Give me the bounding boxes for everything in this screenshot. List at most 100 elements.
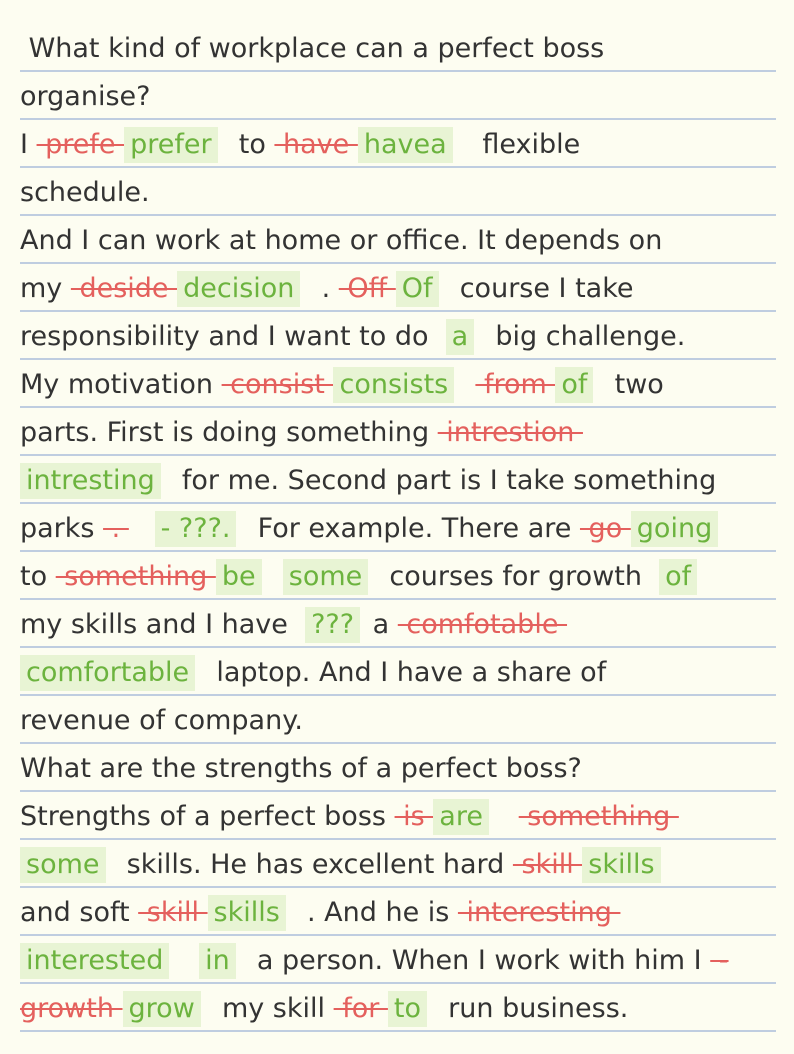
deleted-text: comfotable	[397, 609, 568, 640]
original-text: organise?	[20, 81, 151, 112]
deleted-text: intrestion	[437, 417, 583, 448]
text-line: I prefe prefer to have havea flexible	[20, 120, 776, 168]
inserted-correction: are	[433, 798, 489, 835]
deleted-text: .	[103, 513, 129, 544]
inserted-correction: intresting	[20, 462, 161, 499]
text-line: parts. First is doing something intresti…	[20, 408, 776, 456]
original-text: And I can work at home or office. It dep…	[20, 225, 663, 256]
original-text: for me. Second part is I take something	[164, 465, 717, 496]
original-text: flexible	[456, 129, 581, 160]
original-text: laptop. And I have a share of	[199, 657, 607, 688]
text-line: Strengths of a perfect boss is are somet…	[20, 792, 776, 840]
original-text	[266, 561, 283, 592]
inserted-correction: to	[387, 990, 428, 1027]
original-text: a	[364, 609, 398, 640]
original-text: to	[20, 561, 56, 592]
deleted-text: something	[518, 801, 679, 832]
inserted-correction: grow	[122, 990, 201, 1027]
original-text: Strengths of a perfect boss	[20, 801, 395, 832]
deleted-text: Off	[338, 273, 396, 304]
original-text: my skill	[204, 993, 334, 1024]
inserted-correction: of	[555, 366, 594, 403]
text-line: schedule.	[20, 168, 776, 216]
text-line: intresting for me. Second part is I take…	[20, 456, 776, 504]
inserted-correction: going	[630, 510, 719, 547]
deleted-text: consist	[221, 369, 334, 400]
text-line: some skills. He has excellent hard skill…	[20, 840, 776, 888]
original-text: I	[20, 129, 37, 160]
deleted-text: skill	[512, 849, 583, 880]
text-line: organise?	[20, 72, 776, 120]
inserted-correction: a	[445, 318, 475, 355]
original-text: my skills and I have	[20, 609, 306, 640]
deleted-text: interesting	[457, 897, 621, 928]
deleted-text: prefe	[36, 129, 125, 160]
text-line: And I can work at home or office. It dep…	[20, 216, 776, 264]
inserted-correction: Of	[395, 270, 439, 307]
original-text: big challenge.	[478, 321, 686, 352]
original-text: a person. When I work with him I	[239, 945, 711, 976]
inserted-correction: comfortable	[20, 654, 196, 691]
text-line: interested in a person. When I work with…	[20, 936, 776, 984]
inserted-correction: some	[20, 846, 106, 883]
inserted-correction: of	[659, 558, 698, 595]
original-text: two	[597, 369, 664, 400]
original-text: For example. There are	[240, 513, 580, 544]
text-line: my skills and I have ??? a comfotable	[20, 600, 776, 648]
original-text: parts. First is doing something	[20, 417, 438, 448]
deleted-text: go	[579, 513, 631, 544]
text-line: growth grow my skill for to run business…	[20, 984, 776, 1032]
original-text: courses for growth	[372, 561, 660, 592]
deleted-text: skill	[138, 897, 208, 928]
original-text	[129, 513, 155, 544]
original-text: parks	[20, 513, 104, 544]
text-line: What kind of workplace can a perfect bos…	[20, 24, 776, 72]
original-text: responsibility and I want to do	[20, 321, 446, 352]
deleted-text: deside	[70, 273, 178, 304]
text-line: to something be some courses for growth …	[20, 552, 776, 600]
original-text: course I take	[442, 273, 634, 304]
original-text	[173, 945, 199, 976]
text-line: My motivation consist consists from of t…	[20, 360, 776, 408]
original-text	[458, 369, 475, 400]
inserted-correction: skills	[207, 894, 286, 931]
deleted-text: have	[274, 129, 358, 160]
deleted-text: growth	[20, 993, 123, 1024]
deleted-text: is	[394, 801, 434, 832]
original-text: skills. He has excellent hard	[109, 849, 513, 880]
inserted-correction: havea	[357, 126, 453, 163]
inserted-correction: decision	[177, 270, 301, 307]
original-text: What are the strengths of a perfect boss…	[20, 753, 582, 784]
inserted-correction: in	[199, 942, 236, 979]
deleted-text: from	[475, 369, 556, 400]
text-line: responsibility and I want to do a big ch…	[20, 312, 776, 360]
inserted-correction: ???	[305, 606, 361, 643]
inserted-correction: be	[215, 558, 262, 595]
text-line: parks . - ???. For example. There are go…	[20, 504, 776, 552]
original-text: . And he is	[289, 897, 458, 928]
original-text: .	[304, 273, 339, 304]
text-line: comfortable laptop. And I have a share o…	[20, 648, 776, 696]
original-text: revenue of company.	[20, 705, 303, 736]
original-text: my	[20, 273, 71, 304]
original-text: to	[221, 129, 275, 160]
deleted-text: for	[333, 993, 388, 1024]
deleted-text: something	[55, 561, 216, 592]
inserted-correction: interested	[20, 942, 170, 979]
corrected-essay: What kind of workplace can a perfect bos…	[0, 0, 794, 1054]
text-line: revenue of company.	[20, 696, 776, 744]
original-text: and soft	[20, 897, 139, 928]
inserted-correction: skills	[582, 846, 661, 883]
original-text: run business.	[431, 993, 629, 1024]
inserted-correction: - ???.	[154, 510, 237, 547]
original-text	[493, 801, 519, 832]
text-line: and soft skill skills . And he is intere…	[20, 888, 776, 936]
inserted-correction: consists	[333, 366, 455, 403]
text-line: my deside decision . Off Of course I tak…	[20, 264, 776, 312]
deleted-text: -	[710, 945, 729, 976]
original-text: schedule.	[20, 177, 150, 208]
original-text: What kind of workplace can a perfect bos…	[20, 33, 605, 64]
inserted-correction: some	[282, 558, 369, 595]
original-text: My motivation	[20, 369, 222, 400]
inserted-correction: prefer	[124, 126, 218, 163]
